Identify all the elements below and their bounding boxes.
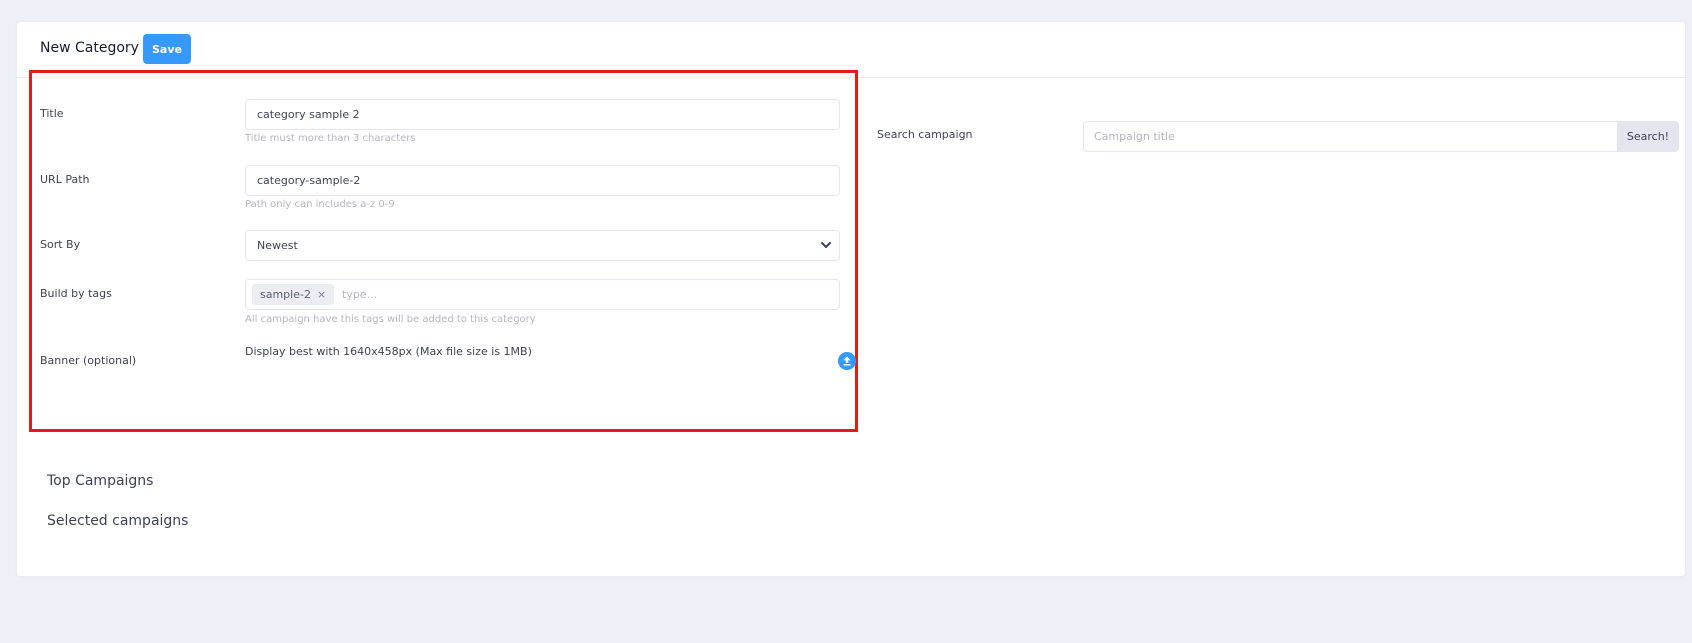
upload-arrow-glyph xyxy=(843,356,851,366)
search-button[interactable]: Search! xyxy=(1617,121,1679,152)
tag-chip: sample-2 × xyxy=(252,284,335,305)
tag-chip-label: sample-2 xyxy=(260,288,311,301)
save-button[interactable]: Save xyxy=(143,34,191,64)
campaign-search-input[interactable]: Campaign title xyxy=(1083,121,1618,152)
title-help-text: Title must more than 3 characters xyxy=(245,133,416,144)
tag-type-input[interactable]: type... xyxy=(342,280,377,309)
close-icon[interactable]: × xyxy=(317,288,326,301)
build-by-tags-label: Build by tags xyxy=(40,287,112,300)
sort-by-selected-value: Newest xyxy=(257,239,298,252)
sort-by-select[interactable]: Newest xyxy=(245,230,840,261)
chevron-down-icon xyxy=(821,242,831,248)
upload-icon[interactable] xyxy=(838,352,856,370)
title-label: Title xyxy=(40,107,64,120)
selected-campaigns-heading: Selected campaigns xyxy=(47,513,189,529)
banner-label: Banner (optional) xyxy=(40,354,137,367)
url-path-label: URL Path xyxy=(40,173,90,186)
tags-help-text: All campaign have this tags will be adde… xyxy=(245,314,536,325)
sort-by-label: Sort By xyxy=(40,238,81,251)
search-campaign-label: Search campaign xyxy=(877,128,973,141)
url-path-input[interactable]: category-sample-2 xyxy=(245,165,840,196)
page-title: New Category xyxy=(40,40,139,56)
title-input[interactable]: category sample 2 xyxy=(245,99,840,130)
url-path-help-text: Path only can includes a-z 0-9 xyxy=(245,199,395,210)
tags-input[interactable]: sample-2 × type... xyxy=(245,279,840,310)
top-campaigns-heading: Top Campaigns xyxy=(47,473,154,489)
banner-hint-text: Display best with 1640x458px (Max file s… xyxy=(245,345,532,358)
